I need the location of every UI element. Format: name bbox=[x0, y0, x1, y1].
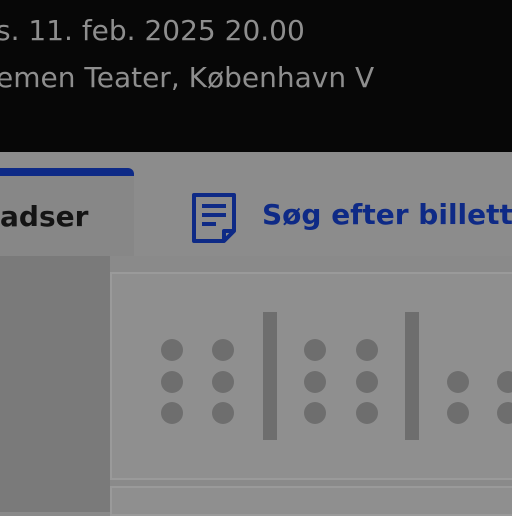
seat[interactable] bbox=[161, 402, 183, 424]
seat[interactable] bbox=[304, 402, 326, 424]
aisle-divider bbox=[263, 312, 277, 440]
seat[interactable] bbox=[447, 402, 469, 424]
seat[interactable] bbox=[212, 402, 234, 424]
seat[interactable] bbox=[304, 371, 326, 393]
event-venue: emen Teater, København V bbox=[0, 61, 375, 94]
seat[interactable] bbox=[356, 371, 378, 393]
tab-search-label: Søg efter billette bbox=[262, 198, 512, 231]
aisle-divider bbox=[405, 312, 419, 440]
seat[interactable] bbox=[212, 371, 234, 393]
seat[interactable] bbox=[161, 371, 183, 393]
document-list-icon bbox=[192, 193, 236, 243]
seat[interactable] bbox=[497, 371, 512, 393]
seat[interactable] bbox=[356, 339, 378, 361]
side-panel bbox=[0, 256, 110, 512]
tab-search-tickets[interactable]: Søg efter billette bbox=[190, 190, 512, 246]
tab-seats-label[interactable]: adser bbox=[0, 200, 88, 234]
seat[interactable] bbox=[304, 339, 326, 361]
seat[interactable] bbox=[212, 339, 234, 361]
event-date-time: s. 11. feb. 2025 20.00 bbox=[0, 14, 305, 47]
seat[interactable] bbox=[447, 371, 469, 393]
seat[interactable] bbox=[161, 339, 183, 361]
event-header: s. 11. feb. 2025 20.00 emen Teater, Købe… bbox=[0, 0, 512, 152]
seat[interactable] bbox=[497, 402, 512, 424]
seat[interactable] bbox=[356, 402, 378, 424]
